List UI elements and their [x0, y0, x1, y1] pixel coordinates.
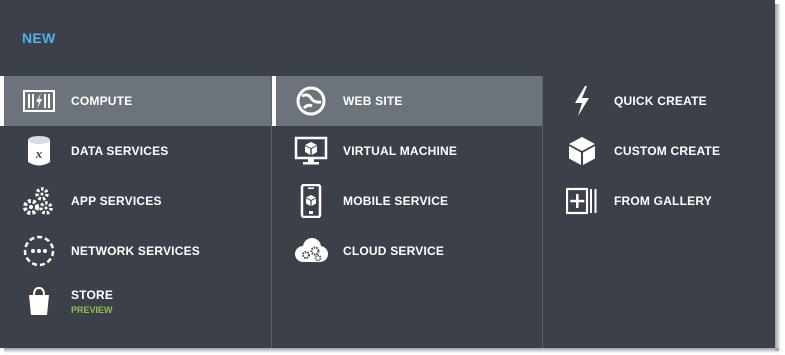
monitor-cube-icon — [293, 133, 329, 169]
gallery-plus-icon — [564, 183, 600, 219]
compute-cloud-service[interactable]: CLOUD SERVICE — [272, 226, 543, 276]
panel-shadow — [775, 4, 781, 351]
compute-label: MOBILE SERVICE — [343, 194, 449, 208]
web-site-icon — [293, 83, 329, 119]
option-label: FROM GALLERY — [614, 194, 712, 208]
lightning-icon — [564, 83, 600, 119]
cloud-gears-icon — [293, 233, 329, 269]
option-label: CUSTOM CREATE — [614, 144, 721, 158]
category-label: STORE — [71, 287, 114, 302]
compute-mobile-service[interactable]: MOBILE SERVICE — [272, 176, 543, 226]
category-data-services[interactable]: x DATA SERVICES — [0, 126, 271, 176]
compute-column: WEB SITE VIRTUAL MACHINE MOBILE SERVICE … — [271, 76, 543, 348]
category-label: NETWORK SERVICES — [71, 244, 200, 258]
compute-icon — [21, 83, 57, 119]
compute-label: WEB SITE — [343, 94, 403, 108]
create-options-column: QUICK CREATE CUSTOM CREATE FROM GALLERY — [542, 76, 775, 348]
gears-icon — [21, 183, 57, 219]
panel-shadow — [4, 348, 779, 353]
category-app-services[interactable]: APP SERVICES — [0, 176, 271, 226]
new-dialog: NEW COMPUTE x DATA SERVICES APP SERVICES… — [0, 0, 775, 348]
category-label: APP SERVICES — [71, 194, 162, 208]
option-custom-create[interactable]: CUSTOM CREATE — [543, 126, 775, 176]
preview-badge: PREVIEW — [71, 304, 113, 315]
database-icon: x — [21, 133, 57, 169]
category-compute[interactable]: COMPUTE — [0, 76, 271, 126]
svg-text:x: x — [35, 146, 43, 161]
option-label: QUICK CREATE — [614, 94, 707, 108]
shopping-bag-icon — [21, 283, 57, 319]
compute-web-site[interactable]: WEB SITE — [272, 76, 543, 126]
mobile-phone-icon — [293, 183, 329, 219]
category-label: COMPUTE — [71, 94, 133, 108]
option-quick-create[interactable]: QUICK CREATE — [543, 76, 775, 126]
category-store[interactable]: STORE PREVIEW — [0, 276, 271, 326]
option-from-gallery[interactable]: FROM GALLERY — [543, 176, 775, 226]
dialog-title: NEW — [22, 30, 56, 46]
compute-label: VIRTUAL MACHINE — [343, 144, 458, 158]
network-icon — [21, 233, 57, 269]
category-label: DATA SERVICES — [71, 144, 169, 158]
compute-virtual-machine[interactable]: VIRTUAL MACHINE — [272, 126, 543, 176]
category-network-services[interactable]: NETWORK SERVICES — [0, 226, 271, 276]
category-column: COMPUTE x DATA SERVICES APP SERVICES NET… — [0, 76, 271, 348]
cube-icon — [564, 133, 600, 169]
compute-label: CLOUD SERVICE — [343, 244, 445, 258]
